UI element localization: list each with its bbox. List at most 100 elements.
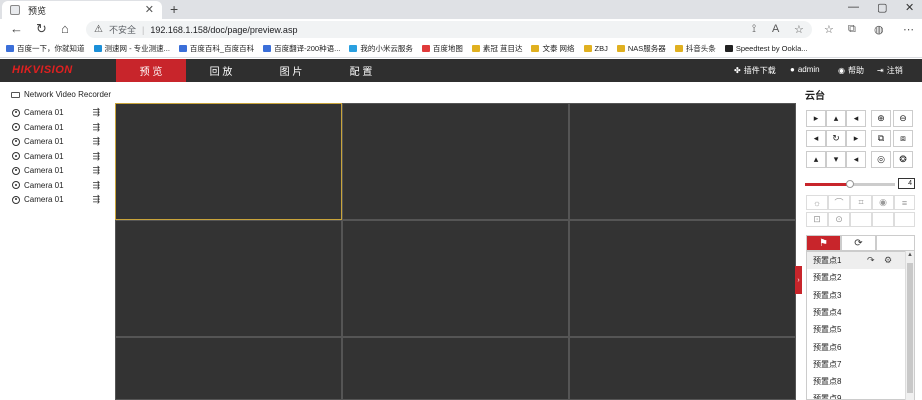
tab-patrol[interactable]: ⟳ (841, 235, 876, 251)
zoom-in-icon[interactable]: ⊕ (871, 110, 891, 127)
preset-scrollbar[interactable]: ▲ (905, 251, 914, 400)
start-preview-icon[interactable]: ⇶ (92, 122, 100, 133)
camera-item[interactable]: Camera 01 ⇶ (12, 193, 100, 206)
ptz-right-button[interactable]: ▸ (846, 130, 866, 147)
translate-icon[interactable]: A (772, 23, 779, 35)
profile-icon[interactable]: ◍ (874, 23, 884, 36)
tab-pattern[interactable] (876, 235, 915, 251)
light-icon[interactable]: ☼ (806, 195, 828, 210)
user-menu[interactable]: ● admin (790, 65, 820, 74)
lens-init-icon[interactable]: ◉ (872, 195, 894, 210)
bookmark-item[interactable]: 素冠 苴目达 (471, 43, 522, 54)
ptz-auto-scan-button[interactable]: ↻ (826, 130, 846, 147)
bookmark-item[interactable]: 百度一下，你就知道 (6, 43, 85, 54)
more-menu-icon[interactable]: ⋯ (903, 23, 914, 36)
video-window-3[interactable] (569, 103, 796, 220)
video-window-2[interactable] (342, 103, 569, 220)
video-window-6[interactable] (569, 220, 796, 337)
iris-close-icon[interactable]: ❂ (893, 151, 913, 168)
regional-exposure-icon[interactable]: ⊡ (806, 212, 828, 227)
bookmark-item[interactable]: 测速网 - 专业测速... (93, 43, 170, 54)
logout-link[interactable]: ⇥ 注销 (877, 65, 903, 76)
home-icon[interactable]: ⌂ (61, 22, 69, 36)
address-bar[interactable]: ⚠ 不安全 | 192.168.1.158/doc/page/preview.a… (86, 21, 812, 38)
bookmark-item[interactable]: ZBJ (583, 44, 608, 53)
help-link[interactable]: ◉ 帮助 (838, 65, 864, 76)
ptz-up-right-button[interactable]: ◂ (846, 110, 866, 127)
preset-item[interactable]: 预置点9 (807, 390, 907, 399)
bookmark-item[interactable]: 百度翻译-200种语... (263, 43, 340, 54)
ptz-empty-button-3[interactable] (894, 212, 915, 227)
close-window-icon[interactable]: ✕ (905, 1, 914, 14)
video-window-8[interactable] (342, 337, 569, 400)
ptz-speed-knob[interactable] (846, 180, 854, 188)
tab-preset[interactable]: ⚑ (806, 235, 841, 251)
start-preview-icon[interactable]: ⇶ (92, 151, 100, 162)
scroll-thumb[interactable] (907, 263, 913, 393)
nav-preview[interactable]: 预 览 (116, 59, 186, 82)
browser-tab[interactable]: 预览 ✕ (2, 1, 162, 19)
refresh-icon[interactable]: ↻ (36, 22, 47, 36)
tab-close-icon[interactable]: ✕ (145, 3, 154, 16)
ptz-down-left-button[interactable]: ▴ (806, 151, 826, 168)
ptz-empty-button-2[interactable] (872, 212, 894, 227)
regional-focus-icon[interactable]: ⊙ (828, 212, 850, 227)
nav-configuration[interactable]: 配 置 (326, 59, 396, 82)
ptz-left-button[interactable]: ◂ (806, 130, 826, 147)
nvr-tree-root[interactable]: Network Video Recorder (11, 90, 111, 99)
zoom-out-icon[interactable]: ⊖ (893, 110, 913, 127)
bookmark-item[interactable]: 文泰 网络 (531, 43, 575, 54)
auxiliary-focus-icon[interactable]: ⌗ (850, 195, 872, 210)
start-preview-icon[interactable]: ⇶ (92, 194, 100, 205)
set-preset-icon[interactable]: ⚙ (884, 255, 892, 266)
favorite-star-icon[interactable]: ☆ (794, 23, 804, 36)
collections-icon[interactable]: ⧉ (848, 23, 856, 36)
bookmark-item[interactable]: 我的小米云服务 (349, 43, 413, 54)
favorites-icon[interactable]: ☆ (824, 23, 834, 36)
ptz-menu-icon[interactable]: ≡ (894, 195, 915, 210)
start-preview-icon[interactable]: ⇶ (92, 165, 100, 176)
video-window-1[interactable] (115, 103, 342, 220)
preset-item[interactable]: 预置点5 (807, 321, 907, 338)
ptz-empty-button-1[interactable] (850, 212, 872, 227)
preset-item[interactable]: 预置点8 (807, 373, 907, 390)
ptz-up-left-button[interactable]: ▸ (806, 110, 826, 127)
ptz-down-button[interactable]: ▾ (826, 151, 846, 168)
camera-item[interactable]: Camera 01 ⇶ (12, 164, 100, 177)
nav-picture[interactable]: 图 片 (256, 59, 326, 82)
plugin-download-link[interactable]: ✤ 插件下载 (734, 65, 776, 76)
wiper-icon[interactable]: ⌒ (828, 195, 850, 210)
start-preview-icon[interactable]: ⇶ (92, 107, 100, 118)
start-preview-icon[interactable]: ⇶ (92, 136, 100, 147)
bookmark-item[interactable]: 抖音头条 (674, 43, 716, 54)
preset-item[interactable]: 预置点2 (807, 269, 907, 286)
call-preset-icon[interactable]: ↷ (867, 255, 875, 266)
camera-item[interactable]: Camera 01 ⇶ (12, 135, 100, 148)
bookmark-item[interactable]: NAS服务器 (616, 43, 666, 54)
bookmark-item[interactable]: 百度百科_百度百科 (178, 43, 254, 54)
ptz-down-right-button[interactable]: ◂ (846, 151, 866, 168)
preset-item[interactable]: 预置点1 ↷ ⚙ (807, 252, 907, 269)
new-tab-icon[interactable]: + (170, 1, 178, 17)
preset-item[interactable]: 预置点3 (807, 287, 907, 304)
reader-icon[interactable]: ⟟ (752, 23, 756, 36)
video-window-7[interactable] (115, 337, 342, 400)
ptz-speed-slider[interactable] (805, 180, 895, 188)
ptz-up-button[interactable]: ▴ (826, 110, 846, 127)
bookmark-item[interactable]: Speedtest by Ookla... (724, 44, 808, 53)
focus-far-icon[interactable]: ⧈ (893, 130, 913, 147)
iris-open-icon[interactable]: ◎ (871, 151, 891, 168)
maximize-icon[interactable]: ▢ (877, 1, 887, 14)
focus-near-icon[interactable]: ⧉ (871, 130, 891, 147)
camera-item[interactable]: Camera 01 ⇶ (12, 121, 100, 134)
scroll-up-icon[interactable]: ▲ (907, 252, 913, 258)
video-window-9[interactable] (569, 337, 796, 400)
video-window-4[interactable] (115, 220, 342, 337)
bookmark-item[interactable]: 百度地图 (421, 43, 463, 54)
collapse-panel-button[interactable]: › (795, 266, 802, 294)
back-icon[interactable]: ← (10, 22, 23, 36)
camera-item[interactable]: Camera 01 ⇶ (12, 179, 100, 192)
preset-item[interactable]: 预置点4 (807, 304, 907, 321)
nav-playback[interactable]: 回 放 (186, 59, 256, 82)
preset-item[interactable]: 预置点6 (807, 339, 907, 356)
